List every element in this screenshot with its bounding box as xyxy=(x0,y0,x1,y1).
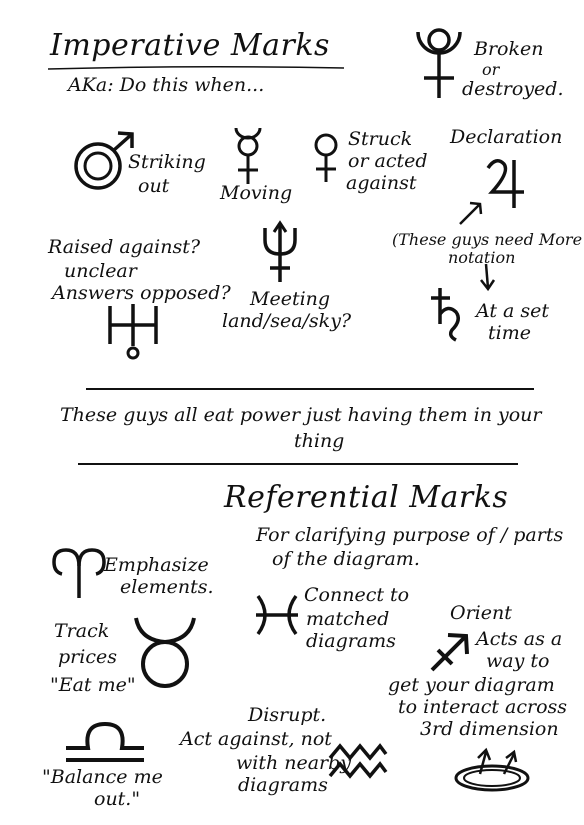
libra-icon xyxy=(66,721,144,762)
arrow-up-right-icon xyxy=(459,201,483,225)
broken-label-2: or xyxy=(482,60,500,79)
disrupt-label-4: diagrams xyxy=(238,774,328,796)
note-line-2: thing xyxy=(294,430,345,452)
balance-label-2: out." xyxy=(94,788,141,810)
pisces-icon xyxy=(256,594,298,636)
uranus-icon xyxy=(108,304,158,360)
divider-bottom xyxy=(78,463,518,465)
saturn-icon xyxy=(431,288,460,342)
raised-label-2: unclear xyxy=(64,260,137,282)
orient-label-4: to interact across xyxy=(398,696,568,718)
broken-label-3: destroyed. xyxy=(462,78,564,100)
declaration-label: Declaration xyxy=(450,126,563,148)
mercury-icon xyxy=(234,127,262,184)
track-label-2: prices xyxy=(58,646,117,668)
broken-label-1: Broken xyxy=(474,38,544,60)
referential-heading: Referential Marks xyxy=(224,480,509,515)
meeting-label-1: Meeting xyxy=(250,288,331,310)
connect-label-1: Connect to xyxy=(304,584,410,606)
disrupt-label-2: Act against, not xyxy=(180,728,332,750)
pluto-icon xyxy=(416,28,462,98)
referential-subheading-2: of the diagram. xyxy=(272,548,420,570)
track-label-1: Track xyxy=(54,620,110,642)
taurus-icon xyxy=(134,617,196,688)
emphasize-label-1: Emphasize xyxy=(104,554,209,576)
striking-label-2: out xyxy=(138,175,170,197)
moving-label: Moving xyxy=(220,182,293,204)
aries-icon xyxy=(52,548,106,598)
orient-label-2: way to xyxy=(486,650,550,672)
orient-label-3: get your diagram xyxy=(388,674,555,696)
aquarius-icon xyxy=(328,743,388,779)
arrow-down-icon xyxy=(480,263,496,292)
imperative-heading: Imperative Marks xyxy=(50,28,330,63)
orient-label-1: Acts as a xyxy=(476,628,563,650)
raised-label-1: Raised against? xyxy=(48,236,201,258)
balance-label-1: "Balance me xyxy=(42,766,163,788)
set-time-label-1: At a set xyxy=(476,300,550,322)
need-notation-label-1: (These guys need More xyxy=(392,230,583,249)
note-line-1: These guys all eat power just having the… xyxy=(60,404,542,426)
meeting-label-2: land/sea/sky? xyxy=(222,310,352,332)
notebook-page: Imperative Marks AKa: Do this when... Br… xyxy=(0,0,584,825)
venus-icon xyxy=(314,133,338,182)
divider-top xyxy=(86,388,534,390)
emphasize-label-2: elements. xyxy=(120,576,214,598)
heading-underline-stroke xyxy=(47,65,345,70)
connect-label-3: diagrams xyxy=(306,630,396,652)
disrupt-label-1: Disrupt. xyxy=(248,704,327,726)
striking-label-1: Striking xyxy=(128,151,206,173)
sagittarius-icon xyxy=(430,633,469,672)
struck-label-3: against xyxy=(346,172,417,194)
track-label-3: "Eat me" xyxy=(50,674,136,696)
orient-label: Orient xyxy=(450,602,512,624)
orient-label-5: 3rd dimension xyxy=(420,718,559,740)
set-time-label-2: time xyxy=(488,322,531,344)
referential-subheading-1: For clarifying purpose of / parts xyxy=(256,524,564,546)
heading-underline xyxy=(47,65,345,70)
ring-arrows-icon xyxy=(454,747,530,792)
imperative-subheading: AKa: Do this when... xyxy=(68,74,265,96)
neptune-icon xyxy=(263,220,297,282)
jupiter-icon xyxy=(486,159,524,208)
struck-label-2: or acted xyxy=(348,150,428,172)
struck-label-1: Struck xyxy=(348,128,413,150)
connect-label-2: matched xyxy=(306,608,390,630)
